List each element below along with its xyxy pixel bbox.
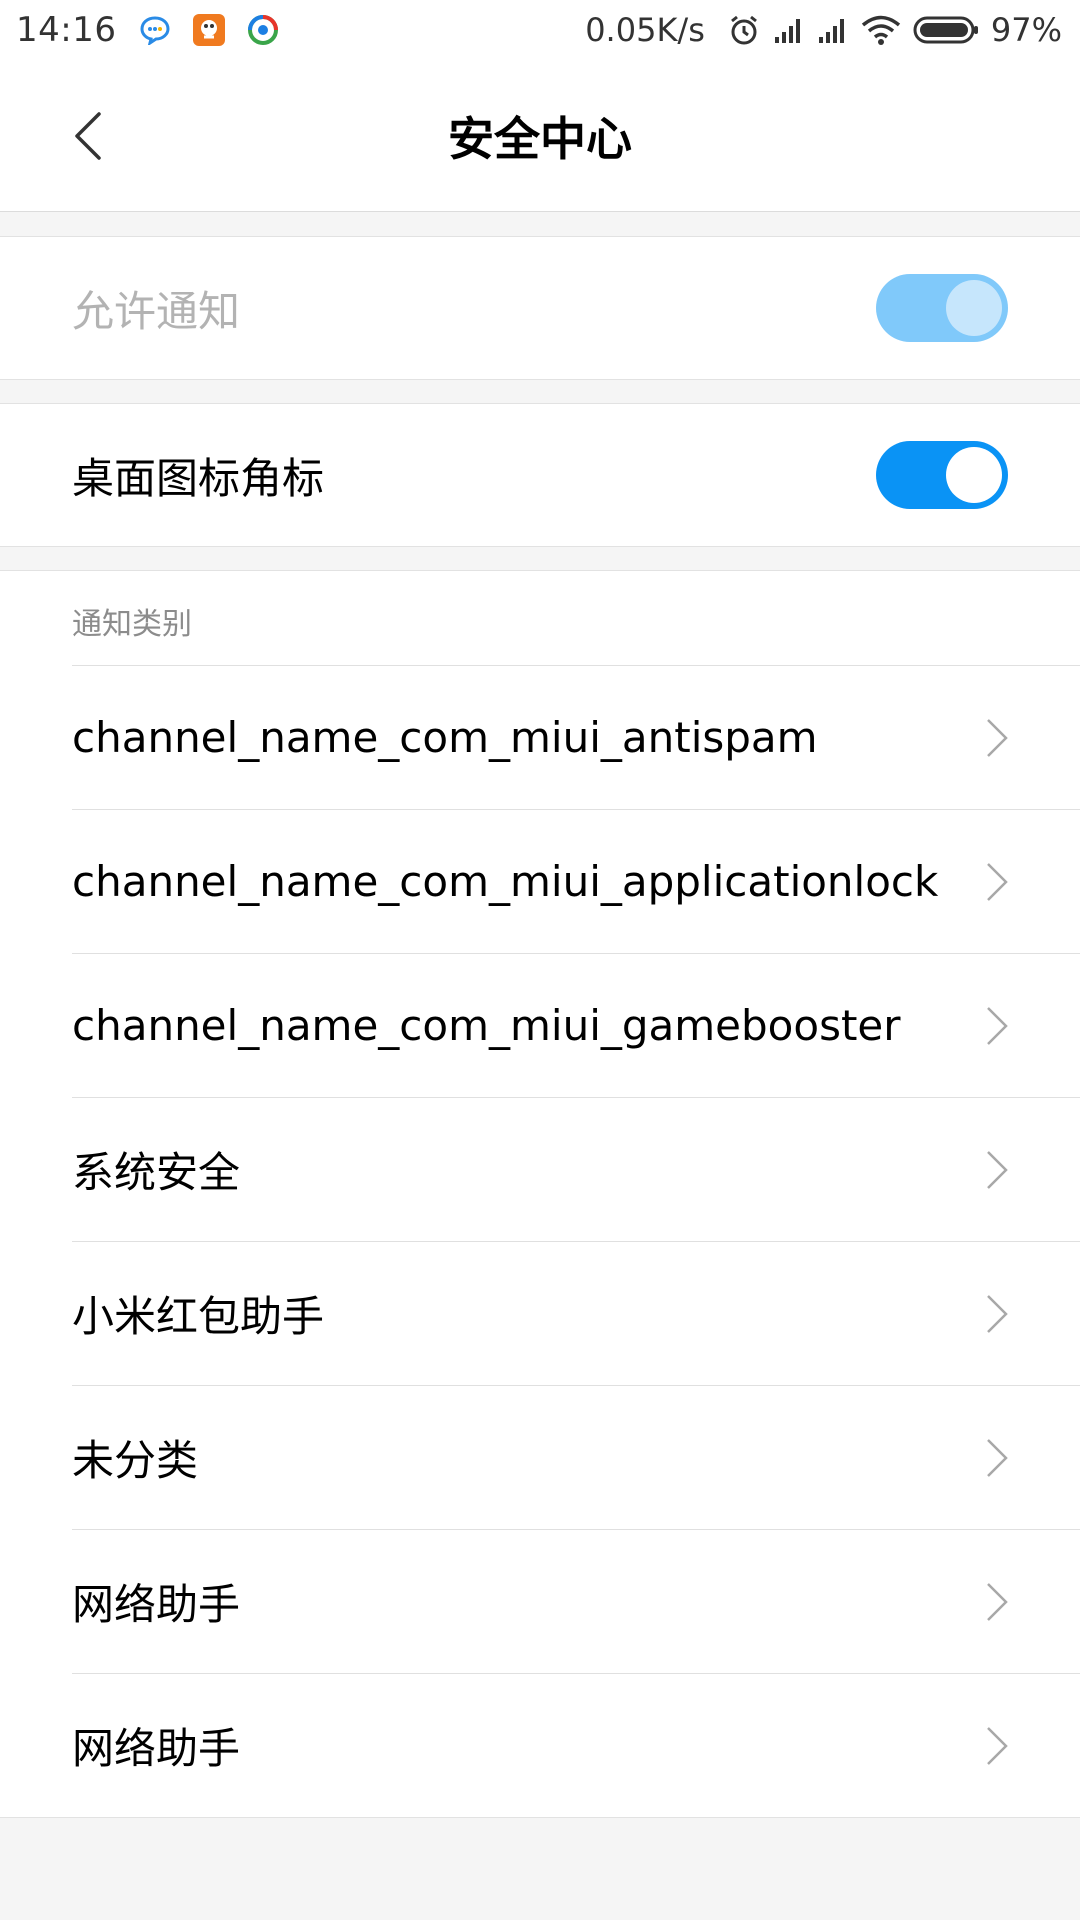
list-item[interactable]: 小米红包助手	[72, 1241, 1080, 1385]
wifi-icon	[861, 14, 901, 46]
allow-notifications-switch[interactable]	[876, 274, 1008, 342]
chevron-right-icon	[984, 716, 1010, 760]
game-app-icon	[192, 13, 226, 47]
chevron-right-icon	[984, 1292, 1010, 1336]
chevron-right-icon	[984, 860, 1010, 904]
list-item-label: 未分类	[72, 1436, 199, 1485]
badge-label: 桌面图标角标	[72, 453, 325, 503]
categories-header: 通知类别	[72, 607, 192, 642]
chevron-right-icon	[984, 1580, 1010, 1624]
battery-percent: 97%	[990, 11, 1062, 49]
page-title: 安全中心	[448, 112, 632, 166]
alarm-icon	[727, 13, 761, 47]
list-item-label: 小米红包助手	[72, 1292, 325, 1341]
list-item-label: 网络助手	[72, 1580, 241, 1629]
chevron-right-icon	[984, 1436, 1010, 1480]
chevron-right-icon	[984, 1724, 1010, 1768]
list-item[interactable]: 系统安全	[72, 1097, 1080, 1241]
list-item-label: channel_name_com_miui_antispam	[72, 713, 818, 762]
badge-switch[interactable]	[876, 441, 1008, 509]
chat-bubble-icon	[138, 13, 172, 47]
list-item-label: channel_name_com_miui_gamebooster	[72, 1001, 901, 1050]
list-item-label: 系统安全	[72, 1148, 241, 1197]
badge-card: 桌面图标角标	[0, 403, 1080, 547]
list-item-label: 网络助手	[72, 1724, 241, 1773]
title-bar: 安全中心	[0, 60, 1080, 212]
list-item[interactable]: channel_name_com_miui_antispam	[72, 665, 1080, 809]
chevron-right-icon	[984, 1004, 1010, 1048]
allow-notifications-label: 允许通知	[72, 286, 241, 336]
switch-knob	[946, 447, 1002, 503]
battery-icon	[913, 14, 979, 46]
switch-knob	[946, 280, 1002, 336]
list-item[interactable]: 未分类	[72, 1385, 1080, 1529]
network-speed: 0.05K/s	[585, 11, 705, 49]
badge-row: 桌面图标角标	[0, 404, 1080, 546]
signal-icon	[817, 15, 849, 45]
list-item[interactable]: channel_name_com_miui_gamebooster	[72, 953, 1080, 1097]
list-item[interactable]: channel_name_com_miui_applicationlock	[72, 809, 1080, 953]
categories-card: 通知类别 channel_name_com_miui_antispam chan…	[0, 570, 1080, 1818]
browser-app-icon	[246, 13, 280, 47]
list-item-label: channel_name_com_miui_applicationlock	[72, 857, 939, 906]
status-bar: 14:16 0.05K/s 97%	[0, 0, 1080, 60]
chevron-right-icon	[984, 1148, 1010, 1192]
list-item[interactable]: 网络助手	[72, 1529, 1080, 1673]
allow-notifications-row: 允许通知	[0, 237, 1080, 379]
signal-icon	[773, 15, 805, 45]
status-time: 14:16	[16, 10, 117, 50]
list-item[interactable]: 网络助手	[72, 1673, 1080, 1817]
allow-notifications-card: 允许通知	[0, 236, 1080, 380]
